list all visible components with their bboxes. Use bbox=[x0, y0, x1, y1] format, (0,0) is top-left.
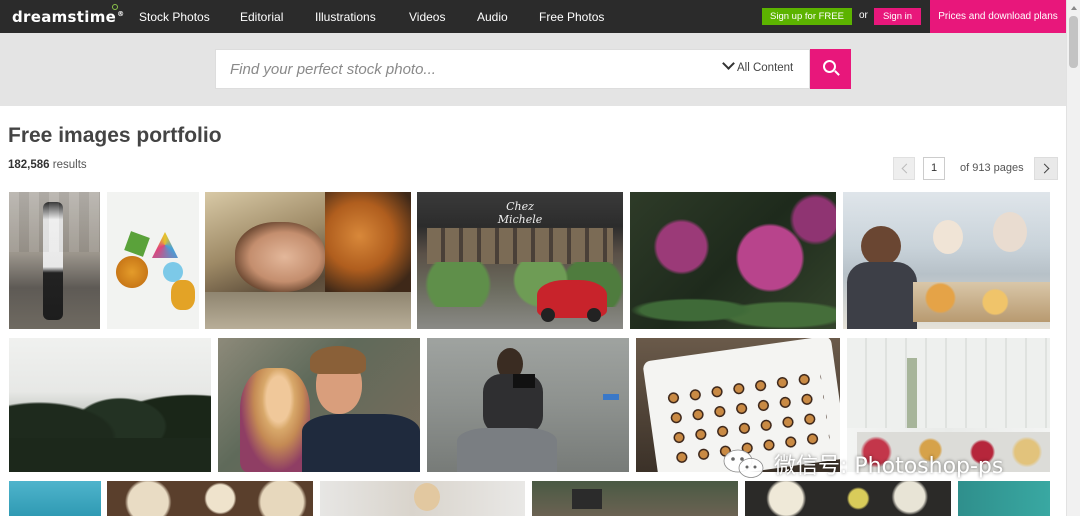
photo-thumbnail-woman-walking-winter-street[interactable] bbox=[9, 192, 100, 329]
signin-button[interactable]: Sign in bbox=[874, 8, 921, 25]
or-text: or bbox=[859, 10, 868, 21]
search-input[interactable] bbox=[230, 50, 710, 88]
nav-free-photos[interactable]: Free Photos bbox=[539, 10, 604, 24]
photo-thumbnail-tropical-fruits-party-hat[interactable] bbox=[107, 192, 199, 329]
top-navigation-bar: dreamstime® Stock Photos Editorial Illus… bbox=[0, 0, 1066, 33]
search-button[interactable] bbox=[810, 49, 851, 89]
previous-page-button[interactable] bbox=[893, 157, 915, 180]
photo-thumbnail-purple-rhododendron-flowers[interactable] bbox=[630, 192, 836, 329]
search-band: All Content bbox=[0, 33, 1066, 106]
page-number-input[interactable]: 1 bbox=[923, 157, 945, 180]
watermark-text: 微信号: Photoshop-ps bbox=[774, 454, 1004, 479]
photo-thumbnail-flower-market-stall[interactable] bbox=[532, 481, 738, 516]
prices-button[interactable]: Prices and download plans bbox=[930, 0, 1066, 33]
photo-thumbnail-photographer-crouching-street[interactable] bbox=[427, 338, 629, 472]
search-icon-handle bbox=[834, 70, 840, 76]
photo-thumbnail-sea-blue-sky[interactable] bbox=[9, 481, 101, 516]
vertical-scrollbar[interactable] bbox=[1066, 0, 1080, 516]
photo-thumbnail-food-platter-top-view[interactable] bbox=[745, 481, 951, 516]
nav-stock-photos[interactable]: Stock Photos bbox=[139, 10, 210, 24]
next-page-button[interactable] bbox=[1034, 157, 1058, 180]
photo-thumbnail-woman-lying-on-ground-portrait[interactable] bbox=[205, 192, 411, 329]
results-count: 182,586 results bbox=[8, 159, 87, 171]
photo-thumbnail-teal-wall[interactable] bbox=[958, 481, 1050, 516]
logo-text: dreamstime bbox=[12, 8, 117, 26]
wechat-icon bbox=[723, 449, 764, 478]
content-filter-dropdown[interactable]: All Content bbox=[722, 57, 794, 74]
photo-thumbnail-woman-smiling-outdoor[interactable] bbox=[320, 481, 525, 516]
logo-registered-mark: ® bbox=[117, 10, 125, 18]
nav-editorial[interactable]: Editorial bbox=[240, 10, 283, 24]
dreamstime-logo[interactable]: dreamstime® bbox=[12, 4, 125, 26]
nav-illustrations[interactable]: Illustrations bbox=[315, 10, 376, 24]
photo-thumbnail-palm-leaves-silhouette[interactable] bbox=[9, 338, 211, 472]
search-box: All Content bbox=[215, 49, 810, 89]
chevron-down-icon bbox=[722, 57, 735, 70]
page-title: Free images portfolio bbox=[8, 124, 222, 147]
signup-button[interactable]: Sign up for FREE bbox=[762, 8, 852, 25]
photo-thumbnail-price-tags-display[interactable] bbox=[107, 481, 313, 516]
photo-thumbnail-couple-kissing-outdoors[interactable] bbox=[218, 338, 420, 472]
photo-thumbnail-chez-michele-storefront-scooter[interactable]: Chez Michele bbox=[417, 192, 623, 329]
nav-audio[interactable]: Audio bbox=[477, 10, 508, 24]
total-pages-label: of 913 pages bbox=[960, 162, 1024, 174]
scroll-thumb[interactable] bbox=[1069, 16, 1078, 68]
content-filter-label: All Content bbox=[737, 62, 794, 74]
photo-thumbnail-couple-having-meal-cafe[interactable] bbox=[843, 192, 1050, 329]
results-number: 182,586 bbox=[8, 159, 50, 171]
scroll-up-arrow-icon[interactable] bbox=[1071, 6, 1077, 10]
nav-videos[interactable]: Videos bbox=[409, 10, 445, 24]
results-label: results bbox=[52, 159, 87, 171]
wechat-watermark: 微信号: Photoshop-ps bbox=[722, 446, 1003, 482]
